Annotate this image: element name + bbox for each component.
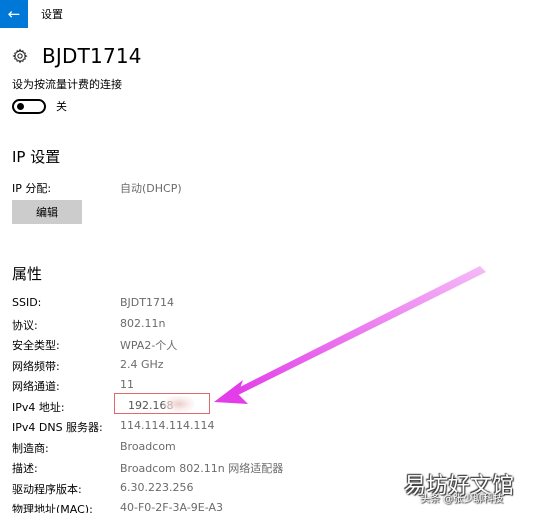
property-key: 物理地址(MAC): bbox=[12, 503, 93, 513]
property-value: 40-F0-2F-3A-9E-A3 bbox=[120, 501, 224, 513]
properties-title: 属性 bbox=[12, 265, 43, 283]
ip-assignment-value: 自动(DHCP) bbox=[120, 182, 182, 195]
property-row-mac-address: 物理地址(MAC): 40-F0-2F-3A-9E-A3 bbox=[12, 501, 412, 513]
property-value: 2.4 GHz bbox=[120, 357, 164, 371]
title-bar: ← 设置 bbox=[0, 0, 551, 28]
back-button[interactable]: ← bbox=[0, 0, 28, 28]
property-value: 114.114.114.114 bbox=[120, 419, 215, 432]
metered-toggle[interactable] bbox=[12, 98, 46, 114]
property-value: 6.30.223.256 bbox=[120, 480, 194, 494]
property-row-description: 描述: Broadcom 802.11n 网络适配器 bbox=[12, 460, 412, 481]
metered-toggle-row: 关 bbox=[12, 98, 67, 114]
property-row-network-channel: 网络通道: 11 bbox=[12, 378, 412, 399]
property-row-protocol: 协议: 802.11n bbox=[12, 317, 412, 338]
property-key: SSID: bbox=[12, 296, 42, 309]
property-key: 协议: bbox=[12, 318, 38, 332]
toggle-state-label: 关 bbox=[56, 100, 67, 113]
page-header: BJDT1714 bbox=[12, 44, 142, 68]
property-key: IPv4 DNS 服务器: bbox=[12, 421, 103, 434]
ip-assignment-label: IP 分配: bbox=[12, 182, 52, 195]
toggle-knob bbox=[17, 102, 24, 110]
property-row-ipv4-dns: IPv4 DNS 服务器: 114.114.114.114 bbox=[12, 419, 412, 440]
property-key: 网络通道: bbox=[12, 380, 60, 393]
back-arrow-icon: ← bbox=[7, 4, 21, 23]
property-row-ssid: SSID: BJDT1714 bbox=[12, 296, 412, 317]
properties-list: SSID: BJDT1714 协议: 802.11n 安全类型: WPA2-个人… bbox=[12, 296, 412, 513]
property-row-security-type: 安全类型: WPA2-个人 bbox=[12, 337, 412, 358]
watermark-subtitle: 头条 @张少聊科技 bbox=[420, 494, 504, 505]
property-key: 安全类型: bbox=[12, 339, 60, 352]
property-value: 11 bbox=[120, 378, 134, 391]
property-row-manufacturer: 制造商: Broadcom bbox=[12, 440, 412, 461]
gear-icon bbox=[12, 48, 28, 64]
property-key: 网络频带: bbox=[12, 359, 60, 373]
property-key: IPv4 地址: bbox=[12, 400, 65, 414]
property-row-network-band: 网络频带: 2.4 GHz bbox=[12, 358, 412, 379]
property-value: Broadcom 802.11n 网络适配器 bbox=[120, 462, 284, 475]
property-value: WPA2-个人 bbox=[120, 339, 178, 352]
watermark: 易坊好文馆 头条 @张少聊科技 bbox=[404, 468, 551, 513]
ip-settings-title: IP 设置 bbox=[12, 148, 61, 166]
network-name: BJDT1714 bbox=[42, 44, 142, 68]
property-value: 802.11n bbox=[120, 316, 166, 330]
property-row-ipv4-address: IPv4 地址: 192.168 bbox=[12, 399, 412, 420]
property-row-driver-version: 驱动程序版本: 6.30.223.256 bbox=[12, 481, 412, 502]
window-title: 设置 bbox=[41, 8, 63, 21]
ipv4-highlight-box bbox=[114, 393, 210, 414]
edit-button[interactable]: 编辑 bbox=[12, 200, 82, 224]
property-value: BJDT1714 bbox=[120, 296, 174, 309]
metered-connection-label: 设为按流量计费的连接 bbox=[12, 78, 122, 91]
property-key: 描述: bbox=[12, 462, 38, 475]
property-key: 驱动程序版本: bbox=[12, 482, 82, 496]
property-key: 制造商: bbox=[12, 441, 49, 455]
property-value: Broadcom bbox=[120, 439, 176, 453]
